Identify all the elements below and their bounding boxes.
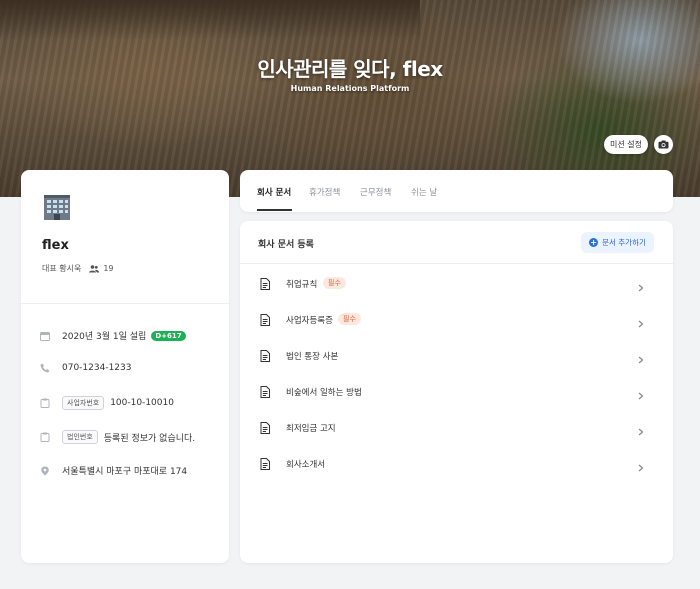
location-pin-icon xyxy=(40,466,50,476)
tab-work-policy[interactable]: 근무정책 xyxy=(360,186,391,198)
doc-row-business-registration[interactable]: 사업자등록증 필수 xyxy=(240,302,673,332)
document-icon xyxy=(260,383,270,402)
company-docs-card: 회사 문서 등록 + 문서 추가하기 취업규칙 필수 사업자등록증 필수 법인 … xyxy=(240,221,673,563)
member-count: 19 xyxy=(103,264,114,273)
required-badge: 필수 xyxy=(338,313,361,325)
add-document-label: 문서 추가하기 xyxy=(602,238,646,247)
add-document-button[interactable]: + 문서 추가하기 xyxy=(581,232,654,253)
doc-label: 법인 통장 사본 xyxy=(286,352,339,362)
corp-value: 등록된 정보가 없습니다. xyxy=(103,433,196,444)
hero-subtitle: Human Relations Platform xyxy=(290,84,410,93)
chevron-right-icon xyxy=(638,457,644,476)
chevron-right-icon xyxy=(638,349,644,368)
founded-date: 2020년 3월 1일 설립 xyxy=(62,332,147,342)
tab-company-docs[interactable]: 회사 문서 xyxy=(257,186,291,198)
doc-label: 회사소개서 xyxy=(286,460,326,470)
people-icon xyxy=(89,264,100,273)
chevron-right-icon xyxy=(638,421,644,440)
representative-name: 대표 황시욱 xyxy=(42,264,82,273)
document-icon xyxy=(260,311,270,330)
chevron-right-icon xyxy=(638,277,644,296)
document-icon xyxy=(260,455,270,474)
chevron-right-icon xyxy=(638,385,644,404)
chevron-right-icon xyxy=(638,313,644,332)
docs-section-title: 회사 문서 등록 xyxy=(258,240,314,250)
phone-number: 070-1234-1233 xyxy=(62,363,132,373)
doc-label: 취업규칙 xyxy=(286,280,318,290)
plus-icon: + xyxy=(589,238,599,247)
biz-reg-row: 사업자번호 100-10-10010 xyxy=(40,396,174,410)
tabs-bar: 회사 문서 휴가정책 근무정책 쉬는 날 xyxy=(240,170,673,212)
hero-overlay xyxy=(0,0,700,197)
clipboard-icon xyxy=(40,432,50,442)
building-icon xyxy=(42,193,72,225)
document-icon xyxy=(260,275,270,294)
company-name: flex xyxy=(42,238,69,253)
required-badge: 필수 xyxy=(323,277,346,289)
camera-icon xyxy=(658,140,669,149)
camera-button[interactable] xyxy=(654,135,673,154)
hero-banner: 인사관리를 잊다, flex Human Relations Platform … xyxy=(0,0,700,197)
tab-holidays[interactable]: 쉬는 날 xyxy=(411,186,437,198)
document-icon xyxy=(260,347,270,366)
biz-reg-tag: 사업자번호 xyxy=(62,396,105,410)
dday-badge: D+617 xyxy=(151,330,186,341)
representative-row: 대표 황시욱 19 xyxy=(42,263,114,274)
clipboard-icon xyxy=(40,398,50,408)
doc-label: 비숲에서 일하는 방법 xyxy=(286,388,362,398)
phone-row: 070-1234-1233 xyxy=(40,363,131,373)
active-tab-indicator xyxy=(257,209,292,211)
phone-icon xyxy=(40,363,50,373)
docs-divider xyxy=(240,263,673,264)
doc-label: 최저임금 고지 xyxy=(286,424,336,434)
doc-row-minimum-wage-notice[interactable]: 최저임금 고지 xyxy=(240,410,673,440)
calendar-icon xyxy=(40,331,50,341)
hero-title: 인사관리를 잊다, flex xyxy=(257,57,443,81)
tab-vacation-policy[interactable]: 휴가정책 xyxy=(309,186,340,198)
doc-row-company-intro[interactable]: 회사소개서 xyxy=(240,446,673,476)
corp-row: 법인번호 등록된 정보가 없습니다. xyxy=(40,430,195,444)
biz-reg-number: 100-10-10010 xyxy=(110,398,174,408)
corp-tag: 법인번호 xyxy=(62,430,98,444)
doc-row-how-we-work[interactable]: 비숲에서 일하는 방법 xyxy=(240,374,673,404)
doc-row-bankbook-copy[interactable]: 법인 통장 사본 xyxy=(240,338,673,368)
doc-row-employment-rules[interactable]: 취업규칙 필수 xyxy=(240,266,673,296)
profile-divider xyxy=(21,303,229,304)
company-profile-card: flex 대표 황시욱 19 2020년 3월 1일 설립 D+617 070-… xyxy=(21,170,229,563)
document-icon xyxy=(260,419,270,438)
founded-row: 2020년 3월 1일 설립 D+617 xyxy=(40,329,186,342)
address-row: 서울특별시 마포구 마포대로 174 xyxy=(40,464,187,477)
doc-label: 사업자등록증 xyxy=(286,316,333,326)
mission-settings-button[interactable]: 미션 설정 xyxy=(604,135,648,154)
address: 서울특별시 마포구 마포대로 174 xyxy=(62,467,188,477)
